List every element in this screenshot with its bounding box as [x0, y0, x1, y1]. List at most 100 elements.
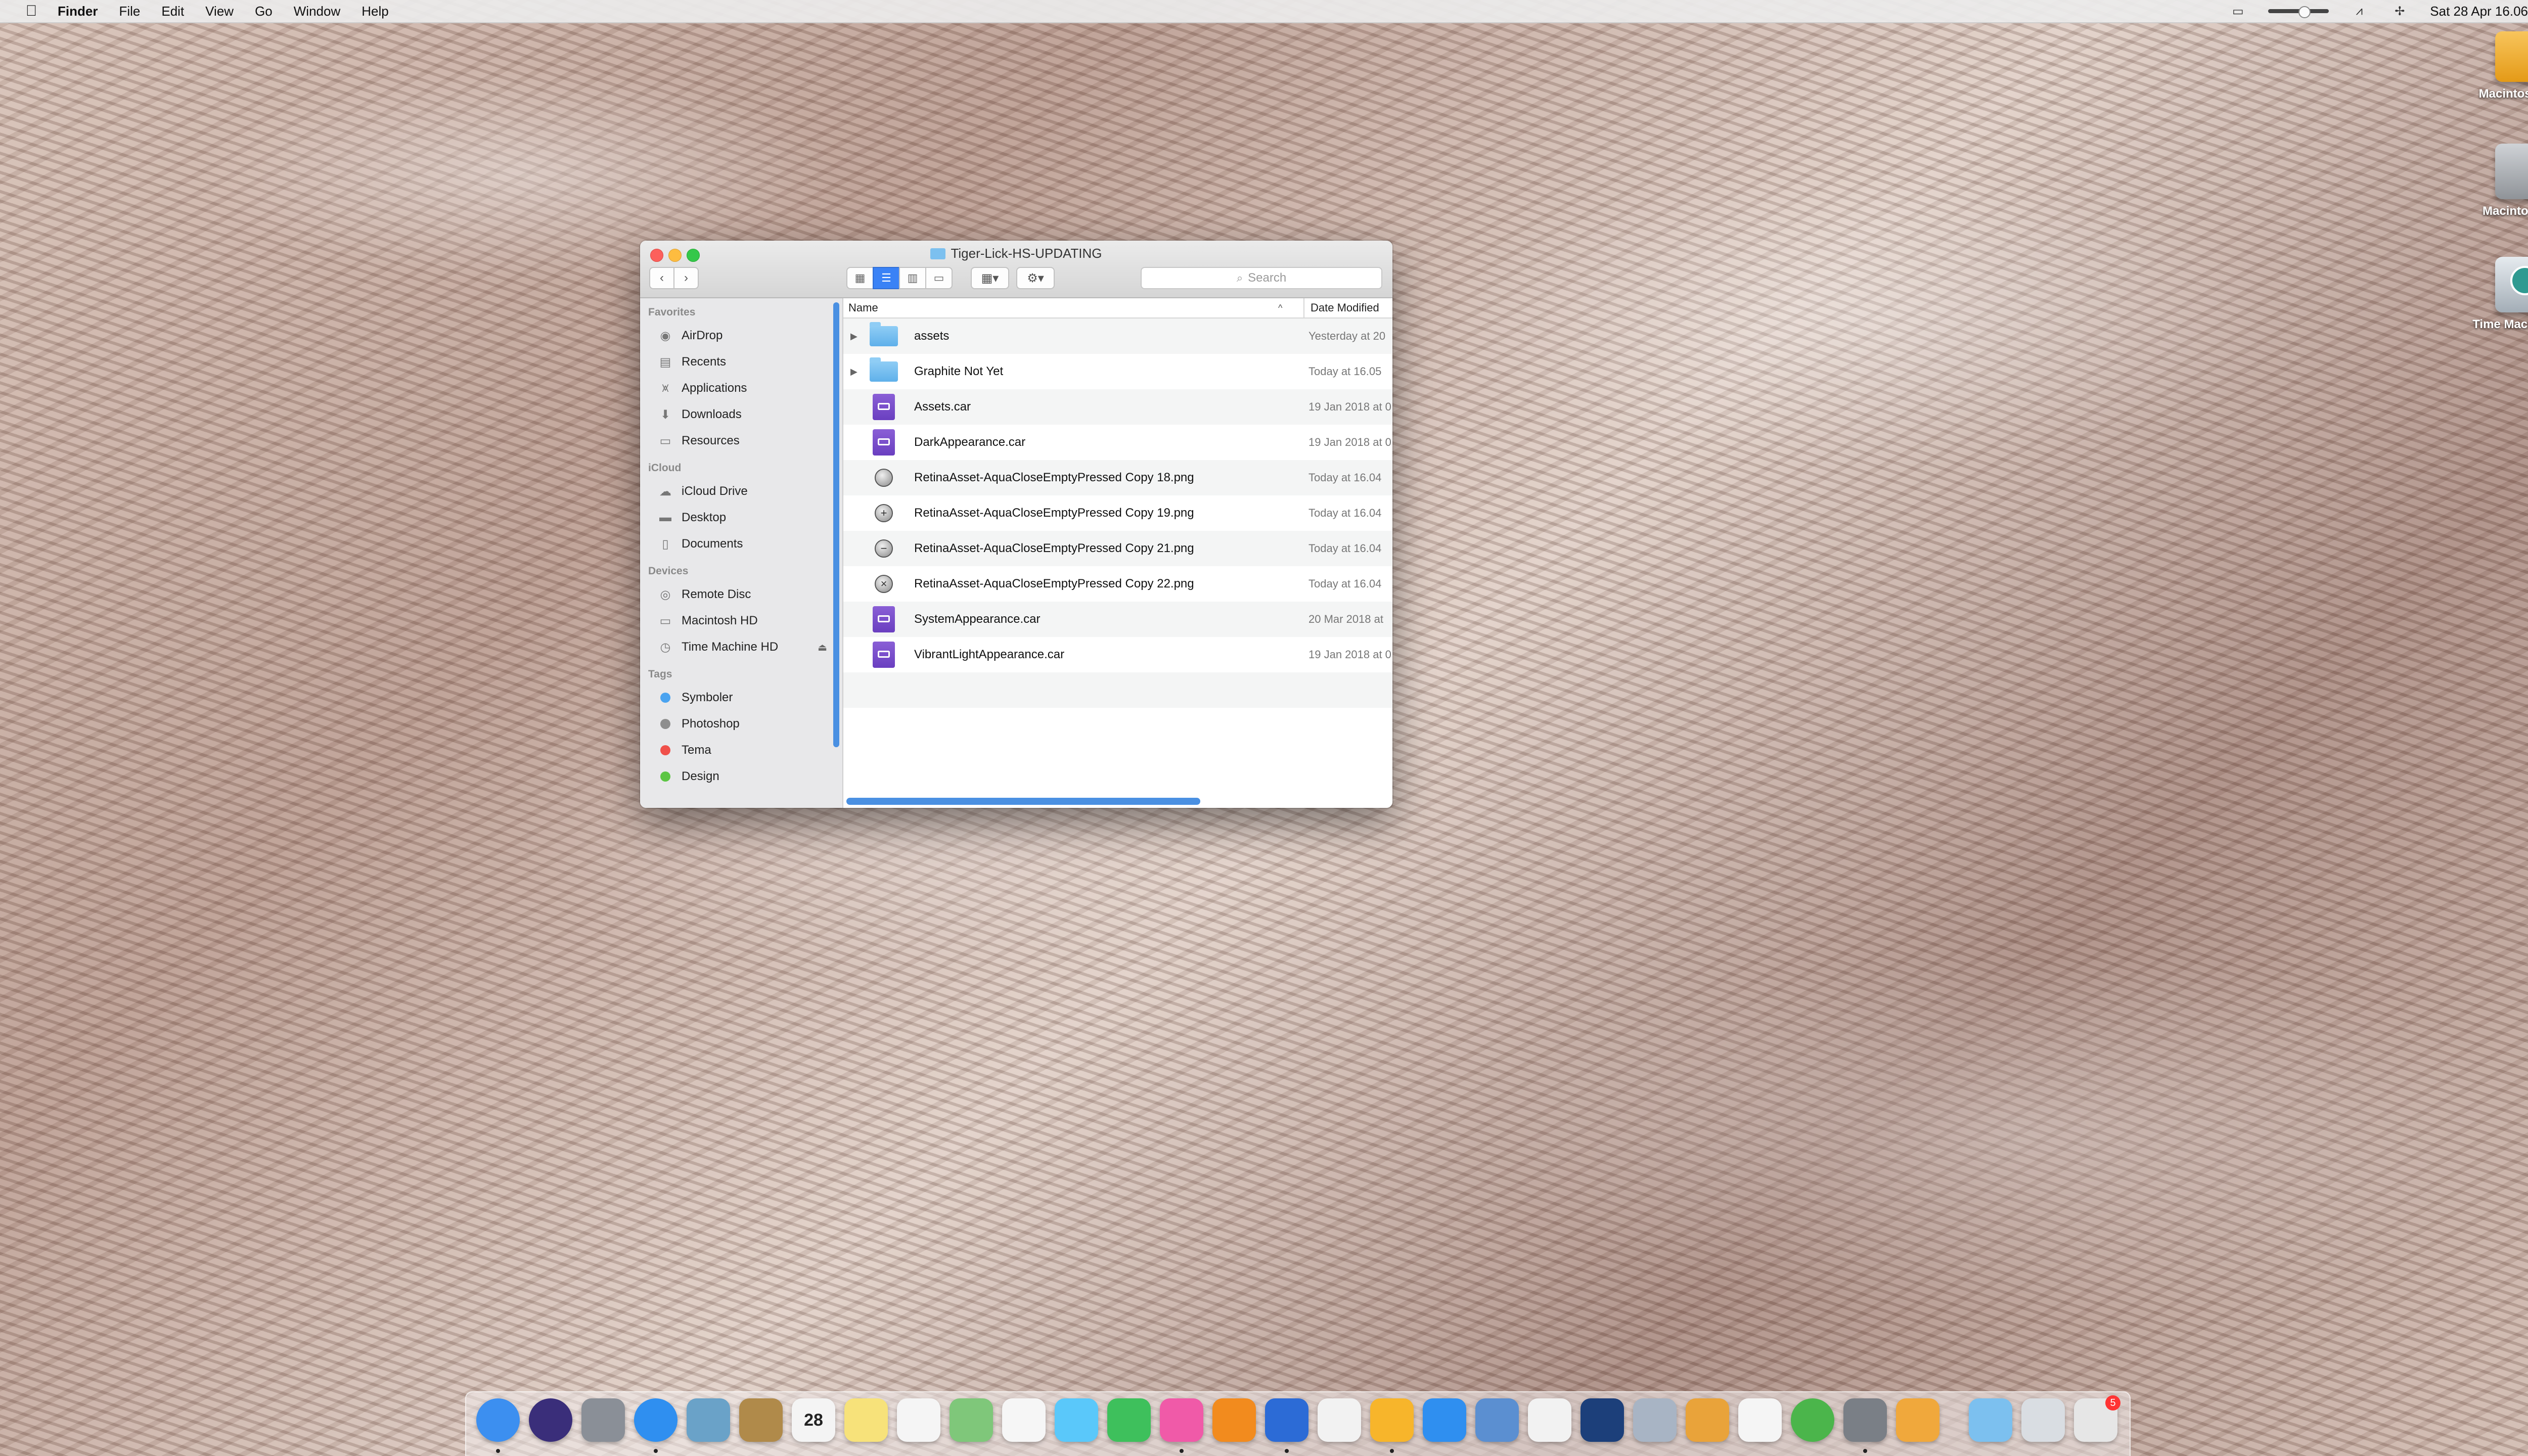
sidebar-tag-tema[interactable]: Tema: [640, 737, 842, 763]
display-icon[interactable]: ▭: [2228, 5, 2248, 18]
preview-icon: [687, 1398, 730, 1442]
dock-item[interactable]: [1002, 1398, 1046, 1442]
desktop-icon-time-machine-hd[interactable]: Time Machine HD: [2467, 257, 2528, 332]
file-row[interactable]: VibrantLightAppearance.car 19 Jan 2018 a…: [843, 637, 1392, 672]
safari-icon: [634, 1398, 678, 1442]
dock-item[interactable]: [1633, 1398, 1677, 1442]
window-title-text: Tiger-Lick-HS-UPDATING: [951, 246, 1102, 261]
menu-view[interactable]: View: [205, 4, 234, 19]
dock-item[interactable]: [1896, 1398, 1939, 1442]
dock-item[interactable]: [950, 1398, 993, 1442]
file-row[interactable]: ▶ Graphite Not Yet Today at 16.05: [843, 354, 1392, 389]
launchpad-icon: [581, 1398, 625, 1442]
apple-menu-icon[interactable]: : [20, 3, 42, 20]
documents-stack-icon: [2021, 1398, 2065, 1442]
gallery-view-button[interactable]: ▭: [925, 267, 953, 289]
dock-item[interactable]: [1581, 1398, 1624, 1442]
sidebar-item-applications[interactable]: ⩙ Applications: [640, 375, 842, 401]
dock-item[interactable]: [1107, 1398, 1151, 1442]
sidebar-item-desktop[interactable]: ▬ Desktop: [640, 505, 842, 531]
action-button[interactable]: ⚙▾: [1016, 267, 1055, 289]
bluetooth-icon[interactable]: ✢: [2389, 5, 2410, 18]
dock-item[interactable]: [476, 1398, 520, 1453]
file-row[interactable]: Assets.car 19 Jan 2018 at 0: [843, 389, 1392, 425]
sidebar-item-label: Documents: [682, 537, 743, 551]
sidebar-item-downloads[interactable]: ⬇ Downloads: [640, 401, 842, 428]
dock-item[interactable]: [1055, 1398, 1098, 1442]
sidebar-item-remote-disc[interactable]: ◎ Remote Disc: [640, 581, 842, 608]
menu-file[interactable]: File: [119, 4, 140, 19]
column-header-date-modified[interactable]: Date Modified: [1303, 298, 1379, 317]
dock-item[interactable]: [1686, 1398, 1729, 1442]
group-by-button[interactable]: ▦▾: [971, 267, 1009, 289]
sidebar-item-recents[interactable]: ▤ Recents: [640, 349, 842, 375]
file-row[interactable]: SystemAppearance.car 20 Mar 2018 at: [843, 602, 1392, 637]
ibooks-icon: [1212, 1398, 1256, 1442]
png-file-icon: ×: [873, 571, 895, 597]
running-indicator: [1285, 1449, 1289, 1453]
volume-slider[interactable]: [2268, 6, 2329, 18]
dock-item[interactable]: [1738, 1398, 1782, 1442]
sidebar-item-airdrop[interactable]: ◉ AirDrop: [640, 323, 842, 349]
list-view-button[interactable]: ☰: [873, 267, 900, 289]
running-indicator: [1180, 1449, 1184, 1453]
dock-item[interactable]: [1423, 1398, 1466, 1442]
menu-go[interactable]: Go: [255, 4, 273, 19]
sidebar-tag-design[interactable]: Design: [640, 763, 842, 790]
dock-item[interactable]: [581, 1398, 625, 1442]
menu-window[interactable]: Window: [294, 4, 340, 19]
eject-icon[interactable]: ⏏: [818, 641, 827, 654]
desktop-icon-macintosh-hd[interactable]: Macintosh HD: [2467, 144, 2528, 218]
dock-item[interactable]: [1969, 1398, 2012, 1442]
dock-item[interactable]: [1843, 1398, 1887, 1453]
column-view-button[interactable]: ▥: [899, 267, 926, 289]
dock-item[interactable]: [1791, 1398, 1834, 1442]
kangaroo-icon[interactable]: ⩘: [2349, 4, 2369, 18]
search-field[interactable]: ⌕ Search: [1141, 267, 1382, 289]
sidebar-tag-photoshop[interactable]: Photoshop: [640, 711, 842, 737]
file-row[interactable]: + RetinaAsset-AquaCloseEmptyPressed Copy…: [843, 495, 1392, 531]
file-row[interactable]: × RetinaAsset-AquaCloseEmptyPressed Copy…: [843, 566, 1392, 602]
sidebar-section-devices: Devices: [648, 565, 689, 577]
menu-help[interactable]: Help: [362, 4, 388, 19]
dock-item[interactable]: [529, 1398, 572, 1442]
sidebar-item-documents[interactable]: ▯ Documents: [640, 531, 842, 557]
column-header-name[interactable]: Name: [848, 301, 878, 314]
dock-item[interactable]: [2021, 1398, 2065, 1442]
file-row[interactable]: DarkAppearance.car 19 Jan 2018 at 0: [843, 425, 1392, 460]
sidebar-item-icloud-drive[interactable]: ☁ iCloud Drive: [640, 478, 842, 505]
sidebar-item-macintosh-hd[interactable]: ▭ Macintosh HD: [640, 608, 842, 634]
dock-item[interactable]: [634, 1398, 678, 1453]
dock-item[interactable]: [1212, 1398, 1256, 1442]
dock-item[interactable]: [1528, 1398, 1571, 1442]
dock-item[interactable]: [1160, 1398, 1203, 1453]
dock-item[interactable]: [844, 1398, 888, 1442]
menu-edit[interactable]: Edit: [161, 4, 184, 19]
desktop-icon-macintosh-ssd[interactable]: Macintosh SSD: [2467, 31, 2528, 101]
dock-item[interactable]: [1265, 1398, 1308, 1453]
horizontal-scrollbar[interactable]: [846, 798, 1200, 805]
back-button[interactable]: ‹: [649, 267, 674, 289]
dock-item[interactable]: 28: [792, 1398, 835, 1442]
sidebar-scrollbar[interactable]: [833, 302, 839, 747]
file-row[interactable]: RetinaAsset-AquaCloseEmptyPressed Copy 1…: [843, 460, 1392, 495]
sidebar-item-time-machine-hd[interactable]: ◷ Time Machine HD ⏏: [640, 634, 842, 660]
disclosure-triangle-icon[interactable]: ▶: [850, 331, 857, 342]
window-titlebar[interactable]: Tiger-Lick-HS-UPDATING ‹ › ▦ ☰ ▥ ▭ ▦▾ ⚙▾…: [640, 241, 1392, 298]
menubar-clock[interactable]: Sat 28 Apr 16.06: [2430, 4, 2528, 19]
file-row[interactable]: ▶ assets Yesterday at 20: [843, 318, 1392, 354]
sidebar-tag-symboler[interactable]: Symboler: [640, 685, 842, 711]
disclosure-triangle-icon[interactable]: ▶: [850, 367, 857, 377]
forward-button[interactable]: ›: [673, 267, 699, 289]
dock-item[interactable]: [1370, 1398, 1414, 1453]
dock-item[interactable]: [739, 1398, 783, 1442]
dock-item[interactable]: 5: [2074, 1395, 2120, 1442]
menu-app-name[interactable]: Finder: [58, 4, 98, 19]
dock-item[interactable]: [1318, 1398, 1361, 1442]
dock-item[interactable]: [897, 1398, 940, 1442]
icon-view-button[interactable]: ▦: [846, 267, 874, 289]
file-row[interactable]: − RetinaAsset-AquaCloseEmptyPressed Copy…: [843, 531, 1392, 566]
sidebar-item-resources[interactable]: ▭ Resources: [640, 428, 842, 454]
dock-item[interactable]: [687, 1398, 730, 1442]
dock-item[interactable]: [1475, 1398, 1519, 1442]
